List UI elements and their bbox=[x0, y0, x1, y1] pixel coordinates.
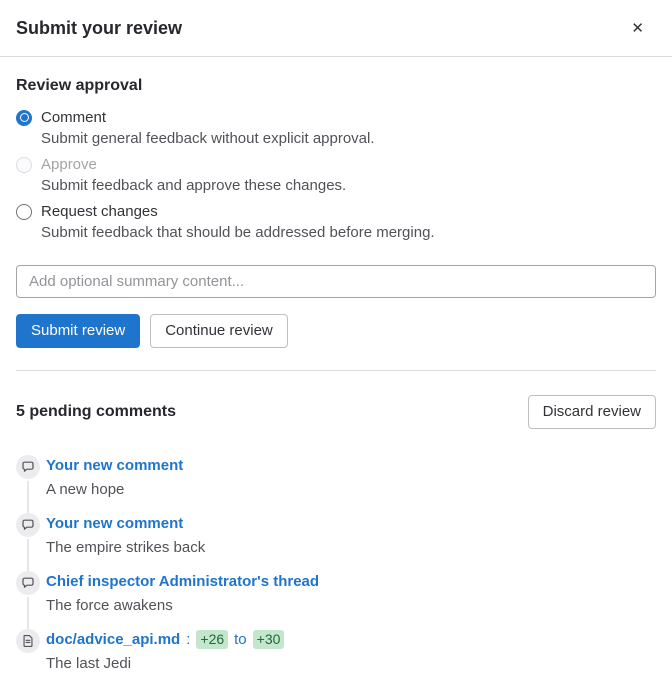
close-icon[interactable]: ✕ bbox=[625, 15, 650, 42]
comment-bubble-icon bbox=[16, 571, 40, 595]
radio-row-request-changes[interactable]: Request changes bbox=[16, 203, 656, 220]
radio-option-approve: Approve Submit feedback and approve thes… bbox=[16, 156, 656, 196]
pending-comments-heading: 5 pending comments bbox=[16, 403, 176, 421]
pending-comment-text: A new hope bbox=[46, 479, 656, 500]
modal-title: Submit your review bbox=[16, 18, 182, 39]
line-range-to-text: to bbox=[234, 631, 247, 648]
pending-comments-header: 5 pending comments Discard review bbox=[16, 395, 656, 429]
modal-body: Review approval Comment Submit general f… bbox=[0, 57, 672, 371]
radio-approve bbox=[16, 157, 32, 173]
radio-comment[interactable] bbox=[16, 110, 32, 126]
file-document-icon bbox=[16, 629, 40, 653]
pending-comment-text: The last Jedi bbox=[46, 653, 656, 674]
radio-desc-approve: Submit feedback and approve these change… bbox=[41, 175, 656, 196]
comment-bubble-icon bbox=[16, 455, 40, 479]
radio-row-comment[interactable]: Comment bbox=[16, 109, 656, 126]
radio-label-comment: Comment bbox=[41, 109, 106, 126]
pending-comment-link[interactable]: Your new comment bbox=[46, 457, 183, 474]
line-count-badge-from: +26 bbox=[196, 630, 228, 649]
submit-review-button[interactable]: Submit review bbox=[16, 314, 140, 348]
review-approval-heading: Review approval bbox=[16, 77, 656, 95]
radio-option-comment: Comment Submit general feedback without … bbox=[16, 109, 656, 149]
pending-comment-link[interactable]: Your new comment bbox=[46, 515, 183, 532]
radio-desc-request-changes: Submit feedback that should be addressed… bbox=[41, 222, 656, 243]
list-item: Your new comment A new hope bbox=[16, 455, 656, 500]
radio-request-changes[interactable] bbox=[16, 204, 32, 220]
discard-review-button[interactable]: Discard review bbox=[528, 395, 656, 429]
list-item: Chief inspector Administrator's thread T… bbox=[16, 571, 656, 616]
line-count-badge-to: +30 bbox=[253, 630, 285, 649]
radio-desc-comment: Submit general feedback without explicit… bbox=[41, 128, 656, 149]
pending-comment-link[interactable]: Chief inspector Administrator's thread bbox=[46, 573, 319, 590]
radio-option-request-changes: Request changes Submit feedback that sho… bbox=[16, 203, 656, 243]
radio-label-request-changes: Request changes bbox=[41, 203, 158, 220]
actions-row: Submit review Continue review bbox=[16, 314, 656, 348]
pending-comments-section: 5 pending comments Discard review Your n… bbox=[0, 371, 672, 687]
continue-review-button[interactable]: Continue review bbox=[150, 314, 288, 348]
radio-label-approve: Approve bbox=[41, 156, 97, 173]
comment-bubble-icon bbox=[16, 513, 40, 537]
file-separator: : bbox=[186, 631, 190, 648]
pending-comment-text: The empire strikes back bbox=[46, 537, 656, 558]
summary-input[interactable] bbox=[16, 265, 656, 298]
list-item: doc/advice_api.md : +26 to +30 The last … bbox=[16, 629, 656, 674]
radio-dot bbox=[20, 113, 29, 122]
radio-row-approve: Approve bbox=[16, 156, 656, 173]
pending-comment-text: The force awakens bbox=[46, 595, 656, 616]
modal-header: Submit your review ✕ bbox=[0, 0, 672, 57]
list-item: Your new comment The empire strikes back bbox=[16, 513, 656, 558]
pending-comments-list: Your new comment A new hope Your new com… bbox=[16, 455, 656, 674]
submit-review-modal: Submit your review ✕ Review approval Com… bbox=[0, 0, 672, 647]
